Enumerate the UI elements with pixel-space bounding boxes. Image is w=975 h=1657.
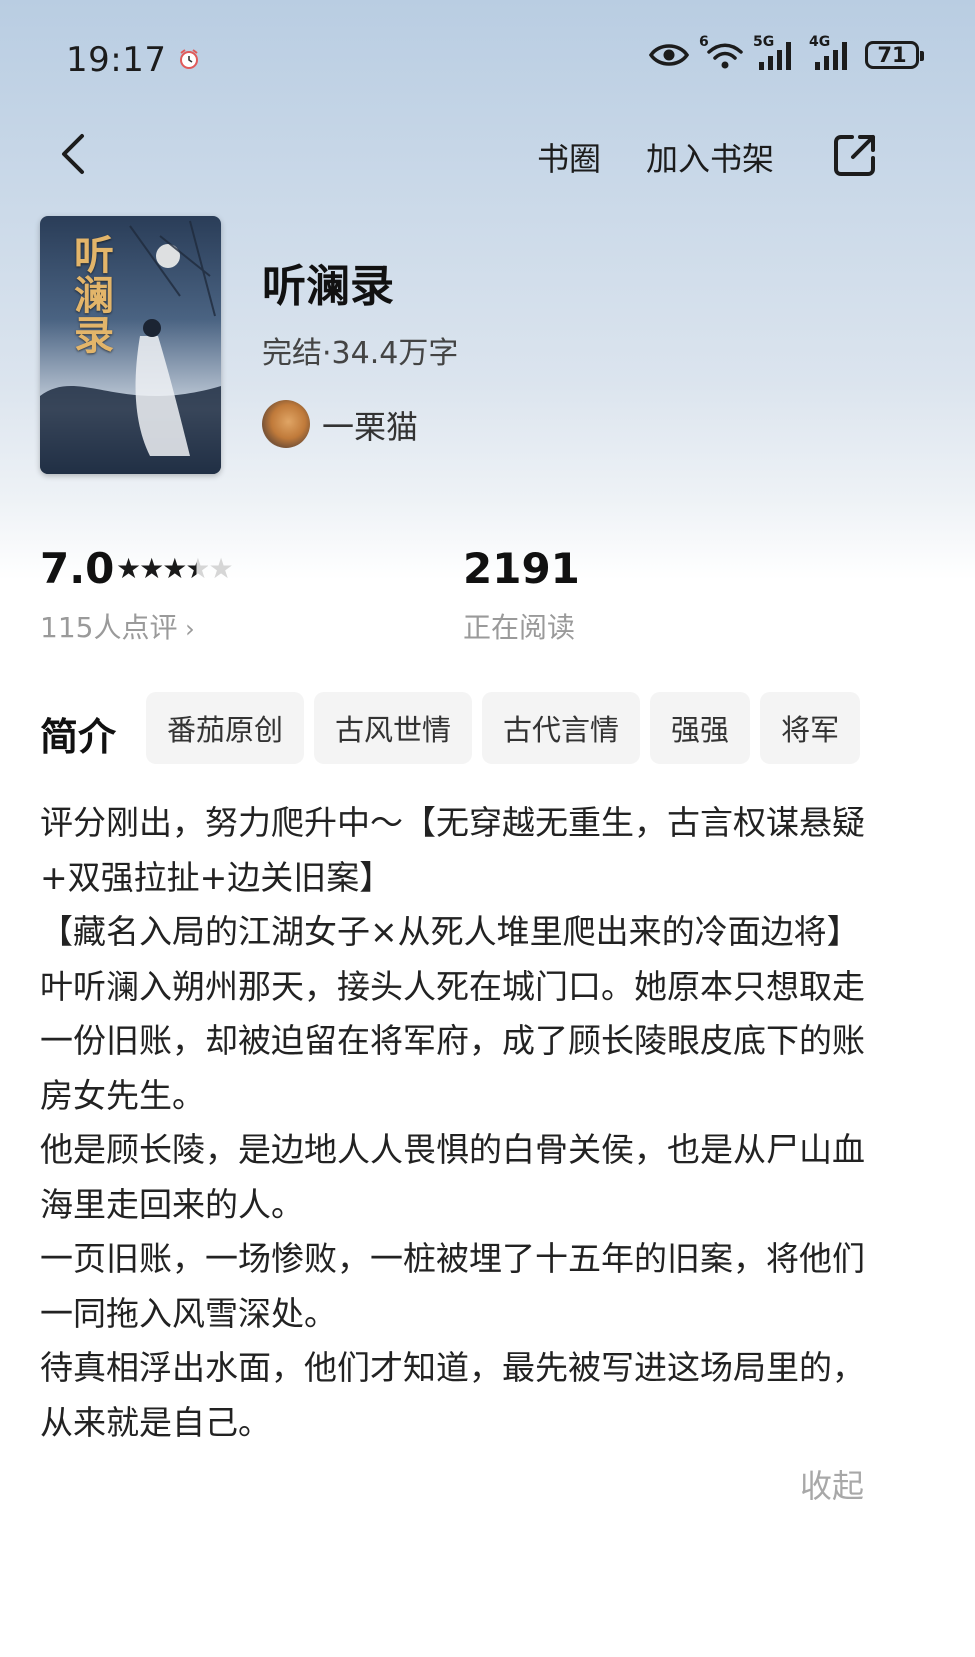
review-count: 115人点评 <box>40 611 178 644</box>
tag-item[interactable]: 将军 <box>760 692 861 764</box>
chevron-right-icon: › <box>177 615 195 643</box>
description-paragraph: 叶听澜入朔州那天，接头人死在城门口。她原本只想取走一份旧账，却被迫留在将军府，成… <box>40 966 865 1115</box>
description-paragraph: 他是顾长陵，是边地人人畏惧的白骨关侯，也是从尸山血海里走回来的人。 <box>40 1130 865 1224</box>
tag-list: 番茄原创 古风世情 古代言情 强强 将军 <box>146 692 861 764</box>
collapse-button[interactable]: 收起 <box>800 1461 864 1507</box>
tag-item[interactable]: 强强 <box>650 692 751 764</box>
book-description: 评分刚出，努力爬升中～【无穿越无重生，古言权谋悬疑+双强拉扯+边关旧案】 【藏名… <box>40 796 880 1450</box>
book-cover[interactable]: 听澜录 <box>40 216 221 474</box>
eye-icon <box>649 44 689 66</box>
author-avatar[interactable] <box>262 400 310 448</box>
book-circle-link[interactable]: 书圈 <box>537 134 601 180</box>
alarm-icon <box>180 49 198 69</box>
description-paragraph: 待真相浮出水面，他们才知道，最先被写进这场局里的，从来就是自己。 <box>40 1348 865 1442</box>
chevron-left-icon[interactable] <box>52 130 100 178</box>
book-meta: 完结·34.4万字 <box>262 336 459 371</box>
star-empty-icon: ★ <box>208 552 233 585</box>
share-icon[interactable] <box>832 132 878 178</box>
tag-item[interactable]: 番茄原创 <box>146 692 305 764</box>
signal-4g-icon: 4G <box>809 34 855 72</box>
status-icons: 6 5G 4G 71 <box>649 34 924 72</box>
reading-label: 正在阅读 <box>463 611 576 644</box>
add-to-shelf-button[interactable]: 加入书架 <box>646 134 774 180</box>
wifi-icon: 6 <box>699 34 743 72</box>
status-time: 19:17 <box>66 40 167 80</box>
reading-count: 2191 <box>463 544 580 593</box>
description-paragraph: 评分刚出，努力爬升中～【无穿越无重生，古言权谋悬疑+双强拉扯+边关旧案】 <box>40 803 865 897</box>
star-full-icon: ★ <box>162 552 187 585</box>
tag-item[interactable]: 古代言情 <box>482 692 641 764</box>
cover-title: 听澜录 <box>67 234 114 354</box>
intro-label: 简介 <box>40 715 117 759</box>
author-name[interactable]: 一栗猫 <box>322 402 418 448</box>
battery-level: 71 <box>877 43 907 67</box>
rating-score: 7.0 <box>40 544 115 593</box>
rating-stars: ★★★★★ <box>116 552 234 585</box>
battery-icon: 71 <box>865 41 924 69</box>
star-half-icon: ★ <box>185 552 210 585</box>
signal-5g-icon: 5G <box>753 34 799 72</box>
star-full-icon: ★ <box>116 552 141 585</box>
review-count-link[interactable]: 115人点评 › <box>40 606 195 646</box>
star-full-icon: ★ <box>139 552 164 585</box>
description-paragraph: 一页旧账，一场惨败，一桩被埋了十五年的旧案，将他们一同拖入风雪深处。 <box>40 1239 865 1333</box>
tag-item[interactable]: 古风世情 <box>314 692 473 764</box>
book-title: 听澜录 <box>262 261 394 312</box>
description-paragraph: 【藏名入局的江湖女子×从死人堆里爬出来的冷面边将】 <box>40 912 860 951</box>
